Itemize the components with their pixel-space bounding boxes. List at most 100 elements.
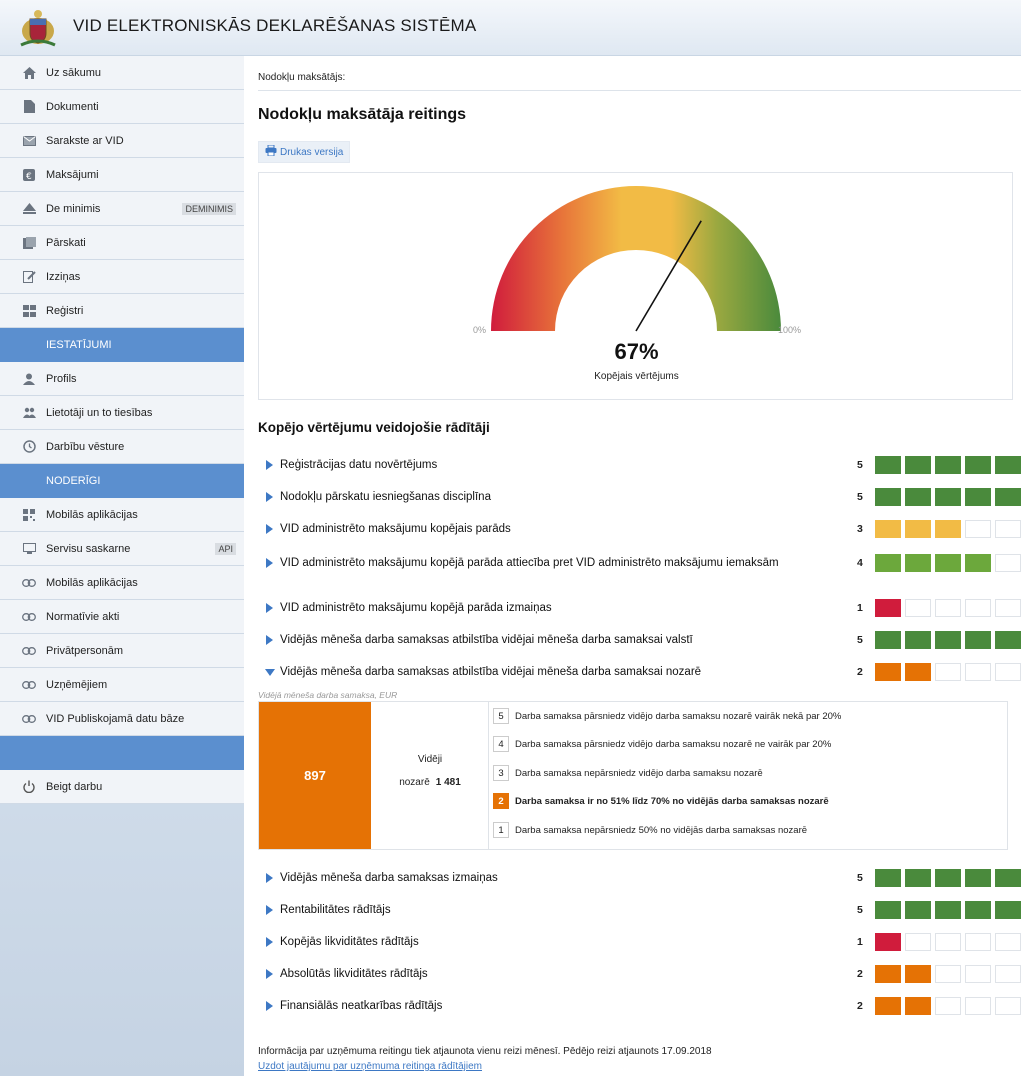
expand-arrow-icon[interactable] xyxy=(266,492,273,502)
sidebar-item-users-rights[interactable]: Lietotāji un to tiesības xyxy=(0,396,244,430)
indicator-bar xyxy=(875,599,1021,617)
indicator-score: 3 xyxy=(857,523,863,535)
indicator-label: Vidējās mēneša darba samaksas izmaiņas xyxy=(280,872,498,884)
criterion-number: 4 xyxy=(493,736,509,752)
expand-arrow-icon[interactable] xyxy=(266,460,273,470)
sidebar-item-label: Servisu saskarne xyxy=(46,542,131,555)
score-cell xyxy=(905,663,931,681)
sidebar-item-home[interactable]: Uz sākumu xyxy=(0,56,244,90)
sidebar-item-profile[interactable]: Profils xyxy=(0,362,244,396)
sidebar-item-documents[interactable]: Dokumenti xyxy=(0,90,244,124)
score-cell xyxy=(875,997,901,1015)
user-icon xyxy=(22,372,36,386)
taxpayer-label: Nodokļu maksātājs: xyxy=(258,72,346,83)
sidebar-item-label: VID Publiskojamā datu bāze xyxy=(46,712,185,725)
score-cell xyxy=(995,663,1021,681)
expand-arrow-icon[interactable] xyxy=(266,873,273,883)
api-icon xyxy=(22,542,36,556)
indicator-score: 5 xyxy=(857,872,863,884)
mail-icon xyxy=(22,134,36,148)
indicator-label: Nodokļu pārskatu iesniegšanas disciplīna xyxy=(280,491,491,503)
sidebar-item-history[interactable]: Darbību vēsture xyxy=(0,430,244,464)
score-cell xyxy=(875,488,901,506)
score-cell xyxy=(905,901,931,919)
sidebar-item-certificates[interactable]: Izziņas xyxy=(0,260,244,294)
score-cell xyxy=(935,663,961,681)
sidebar-item-de-minimis[interactable]: De minimis DEMINIMIS xyxy=(0,192,244,226)
score-cell xyxy=(935,901,961,919)
indicator-score: 5 xyxy=(857,459,863,471)
score-cell xyxy=(995,631,1021,649)
criterion-row-active: 2 Darba samaksa ir no 51% līdz 70% no vi… xyxy=(493,792,1005,810)
criterion-row: 1 Darba samaksa nepārsniedz 50% no vidēj… xyxy=(493,821,1005,839)
indicator-score: 1 xyxy=(857,602,863,614)
score-cell xyxy=(965,933,991,951)
indicator-bar xyxy=(875,933,1021,951)
sidebar-item-label: De minimis xyxy=(46,202,101,215)
score-cell xyxy=(875,631,901,649)
coat-of-arms-logo xyxy=(20,10,56,47)
average-label: Vidēji xyxy=(417,754,443,765)
score-cell xyxy=(965,997,991,1015)
indicator-score: 4 xyxy=(857,557,863,569)
score-cell xyxy=(905,933,931,951)
ask-question-link[interactable]: Uzdot jautājumu par uzņēmuma reitinga rā… xyxy=(258,1061,482,1072)
sidebar-item-label: Reģistri xyxy=(46,304,84,317)
sidebar-item-mobile-apps[interactable]: Mobilās aplikācijas xyxy=(0,566,244,600)
criterion-text: Darba samaksa pārsniedz vidējo darba sam… xyxy=(515,710,842,722)
expand-arrow-icon[interactable] xyxy=(266,1001,273,1011)
indicator-bar xyxy=(875,631,1021,649)
indicator-bar xyxy=(875,488,1021,506)
print-version-label: Drukas versija xyxy=(280,146,344,158)
score-cell xyxy=(935,933,961,951)
indicator-score: 5 xyxy=(857,904,863,916)
score-cell xyxy=(995,933,1021,951)
sidebar-item-label: Mobilās aplikācijas xyxy=(46,576,138,589)
criterion-text: Darba samaksa nepārsniedz 50% no vidējās… xyxy=(515,824,808,836)
expand-arrow-icon[interactable] xyxy=(266,937,273,947)
sidebar-item-registers[interactable]: Reģistri xyxy=(0,294,244,328)
sidebar-item-reports[interactable]: Pārskati xyxy=(0,226,244,260)
gauge-min-label: 0% xyxy=(473,325,487,335)
score-cell xyxy=(935,631,961,649)
sidebar-item-logout[interactable]: Beigt darbu xyxy=(0,770,244,804)
sidebar-item-label: Maksājumi xyxy=(46,168,99,181)
print-version-button[interactable]: Drukas versija xyxy=(258,141,351,163)
score-cell xyxy=(905,599,931,617)
industry-average: Vidēji nozarē 1 481 xyxy=(371,702,489,849)
gauge-chart xyxy=(491,186,781,332)
header-bar: VID ELEKTRONISKĀS DEKLARĒŠANAS SISTĒMA xyxy=(0,0,1021,56)
sidebar-item-legal-acts[interactable]: Normatīvie akti xyxy=(0,600,244,634)
sidebar-item-mobile-apps-qr[interactable]: Mobilās aplikācijas xyxy=(0,498,244,532)
expand-arrow-icon[interactable] xyxy=(266,558,273,568)
sidebar-item-entrepreneurs[interactable]: Uzņēmējiem xyxy=(0,668,244,702)
score-cell xyxy=(875,901,901,919)
sidebar-section-useful: NODERĪGI xyxy=(0,464,244,498)
home-icon xyxy=(22,66,36,80)
score-cell xyxy=(875,663,901,681)
score-cell xyxy=(905,965,931,983)
indicator-label: Vidējās mēneša darba samaksas atbilstība… xyxy=(280,634,693,646)
sidebar-item-label: Privātpersonām xyxy=(46,644,124,657)
expand-arrow-icon[interactable] xyxy=(266,969,273,979)
score-cell xyxy=(935,488,961,506)
sidebar-item-label: Pārskati xyxy=(46,236,86,249)
sidebar-item-private-persons[interactable]: Privātpersonām xyxy=(0,634,244,668)
score-cell xyxy=(995,901,1021,919)
criterion-number: 2 xyxy=(493,793,509,809)
expand-arrow-icon[interactable] xyxy=(266,905,273,915)
criterion-number: 3 xyxy=(493,765,509,781)
score-cell xyxy=(965,663,991,681)
indicator-bar xyxy=(875,869,1021,887)
collapse-arrow-icon[interactable] xyxy=(265,669,275,676)
sidebar-item-public-database[interactable]: VID Publiskojamā datu bāze xyxy=(0,702,244,736)
indicator-label: Absolūtās likviditātes rādītājs xyxy=(280,968,428,980)
sidebar-item-payments[interactable]: € Maksājumi xyxy=(0,158,244,192)
expand-arrow-icon[interactable] xyxy=(266,603,273,613)
score-cell xyxy=(875,456,901,474)
sidebar-item-service-interface[interactable]: Servisu saskarne API xyxy=(0,532,244,566)
expand-arrow-icon[interactable] xyxy=(266,635,273,645)
sidebar-item-correspondence[interactable]: Sarakste ar VID xyxy=(0,124,244,158)
criterion-text: Darba samaksa pārsniedz vidējo darba sam… xyxy=(515,738,832,750)
expand-arrow-icon[interactable] xyxy=(266,524,273,534)
